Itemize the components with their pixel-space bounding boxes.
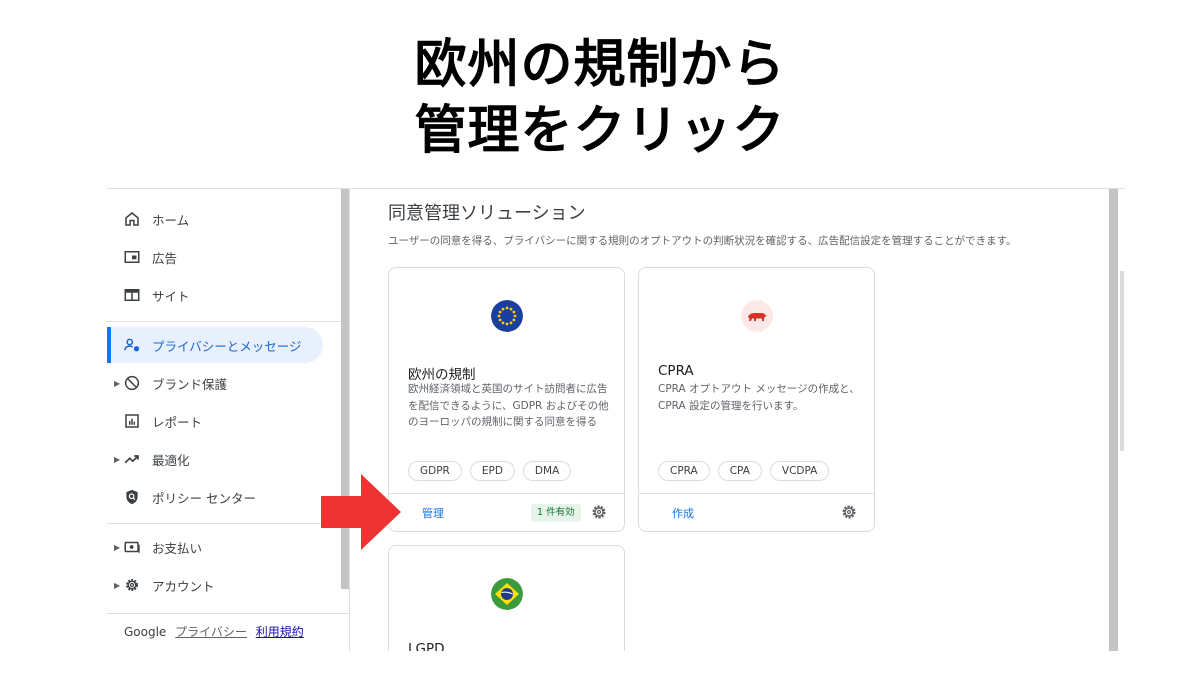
settings-gear-icon[interactable] [840, 503, 858, 521]
sidebar-footer: Google プライバシー 利用規約 [124, 623, 304, 640]
sidebar-item-label: レポート [152, 414, 203, 430]
sidebar-item-home[interactable]: ホーム [107, 201, 349, 237]
block-icon [124, 375, 140, 391]
ads-icon [124, 251, 140, 263]
sidebar-item-label: 最適化 [152, 452, 190, 468]
home-icon [125, 212, 139, 226]
payment-icon [124, 541, 140, 553]
sidebar-item-payments[interactable]: ▶ お支払い [107, 529, 349, 565]
sidebar-item-privacy[interactable]: プライバシーとメッセージ [107, 327, 323, 363]
chip-vcdpa: VCDPA [769, 461, 830, 481]
expand-caret-icon[interactable]: ▶ [114, 455, 120, 464]
card-cpra: CPRA CPRA オプトアウト メッセージの作成と、CPRA 設定の管理を行い… [638, 267, 875, 532]
chip-cpa: CPA [717, 461, 762, 481]
page-description: ユーザーの同意を得る、プライバシーに関する規則のオプトアウトの判断状況を確認する… [388, 235, 1017, 247]
sidebar-item-account[interactable]: ▶ アカウント [107, 567, 349, 603]
sidebar-item-label: ブランド保護 [152, 376, 228, 392]
sidebar: ホーム 広告 サイト プライバシーとメッセージ ▶ ブランド保護 レポート ▶ [107, 189, 349, 651]
card-description: 欧州経済領域と英国のサイト訪問者に広告を配信できるように、GDPR およびその他… [408, 383, 609, 428]
headline-line-2: 管理をクリック [414, 101, 786, 161]
california-bear-icon [741, 300, 773, 332]
privacy-icon [124, 338, 140, 352]
card-title: LGPD [408, 641, 445, 651]
chip-cpra: CPRA [658, 461, 710, 481]
status-badge: 1 件有効 [531, 504, 581, 522]
expand-caret-icon[interactable]: ▶ [114, 581, 120, 590]
card-lgpd: LGPD [388, 545, 625, 651]
sidebar-item-optimization[interactable]: ▶ 最適化 [107, 441, 349, 477]
privacy-link[interactable]: プライバシー [175, 625, 247, 639]
sidebar-item-label: アカウント [152, 578, 215, 594]
report-icon [125, 414, 139, 428]
manage-button[interactable]: 管理 [422, 505, 444, 521]
headline: 欧州の規制から 管理をクリック [0, 32, 1200, 164]
terms-link[interactable]: 利用規約 [256, 625, 304, 639]
sidebar-item-label: 広告 [152, 250, 178, 266]
sites-icon [124, 289, 140, 301]
card-description: CPRA オプトアウト メッセージの作成と、CPRA 設定の管理を行います。 [658, 383, 860, 412]
trending-icon [124, 455, 139, 464]
policy-shield-icon [126, 489, 138, 505]
admin-screenshot: ホーム 広告 サイト プライバシーとメッセージ ▶ ブランド保護 レポート ▶ [107, 188, 1125, 651]
chip-dma: DMA [522, 461, 572, 481]
page-title: 同意管理ソリューション [388, 203, 586, 224]
sidebar-divider [107, 523, 349, 524]
eu-flag-icon [491, 300, 523, 332]
settings-gear-icon[interactable] [590, 503, 608, 521]
sidebar-item-label: プライバシーとメッセージ [152, 338, 302, 354]
sidebar-item-reports[interactable]: レポート [107, 403, 349, 439]
sidebar-item-policy-center[interactable]: ポリシー センター [107, 479, 349, 515]
chip-gdpr: GDPR [408, 461, 462, 481]
card-divider [639, 493, 874, 494]
main-scrollbar[interactable] [1109, 189, 1118, 651]
brazil-flag-icon [491, 578, 523, 610]
headline-line-1: 欧州の規制から [414, 35, 786, 95]
card-eu-regulation: 欧州の規制 欧州経済領域と英国のサイト訪問者に広告を配信できるように、GDPR … [388, 267, 625, 532]
sidebar-divider [107, 321, 349, 322]
chip-epd: EPD [469, 461, 515, 481]
create-button[interactable]: 作成 [672, 505, 694, 521]
chip-group: CPRA CPA VCDPA [658, 461, 830, 481]
sidebar-item-label: ポリシー センター [152, 490, 256, 506]
sidebar-item-sites[interactable]: サイト [107, 277, 349, 313]
expand-caret-icon[interactable]: ▶ [114, 379, 120, 388]
sidebar-item-label: サイト [152, 288, 190, 304]
sidebar-item-label: お支払い [152, 540, 203, 556]
expand-caret-icon[interactable]: ▶ [114, 543, 120, 552]
chip-group: GDPR EPD DMA [408, 461, 572, 481]
sidebar-item-ads[interactable]: 広告 [107, 239, 349, 275]
sidebar-divider [107, 613, 349, 614]
card-title: 欧州の規制 [408, 367, 476, 383]
sidebar-item-label: ホーム [152, 212, 190, 228]
main-scrollbar-thumb[interactable] [1120, 271, 1124, 451]
sidebar-item-brand-safety[interactable]: ▶ ブランド保護 [107, 365, 349, 401]
card-divider [389, 493, 624, 494]
main-content: 同意管理ソリューション ユーザーの同意を得る、プライバシーに関する規則のオプトア… [350, 189, 1105, 651]
red-arrow-annotation [321, 474, 401, 550]
card-title: CPRA [658, 363, 694, 379]
google-brand: Google [124, 625, 167, 639]
gear-icon [126, 579, 138, 591]
